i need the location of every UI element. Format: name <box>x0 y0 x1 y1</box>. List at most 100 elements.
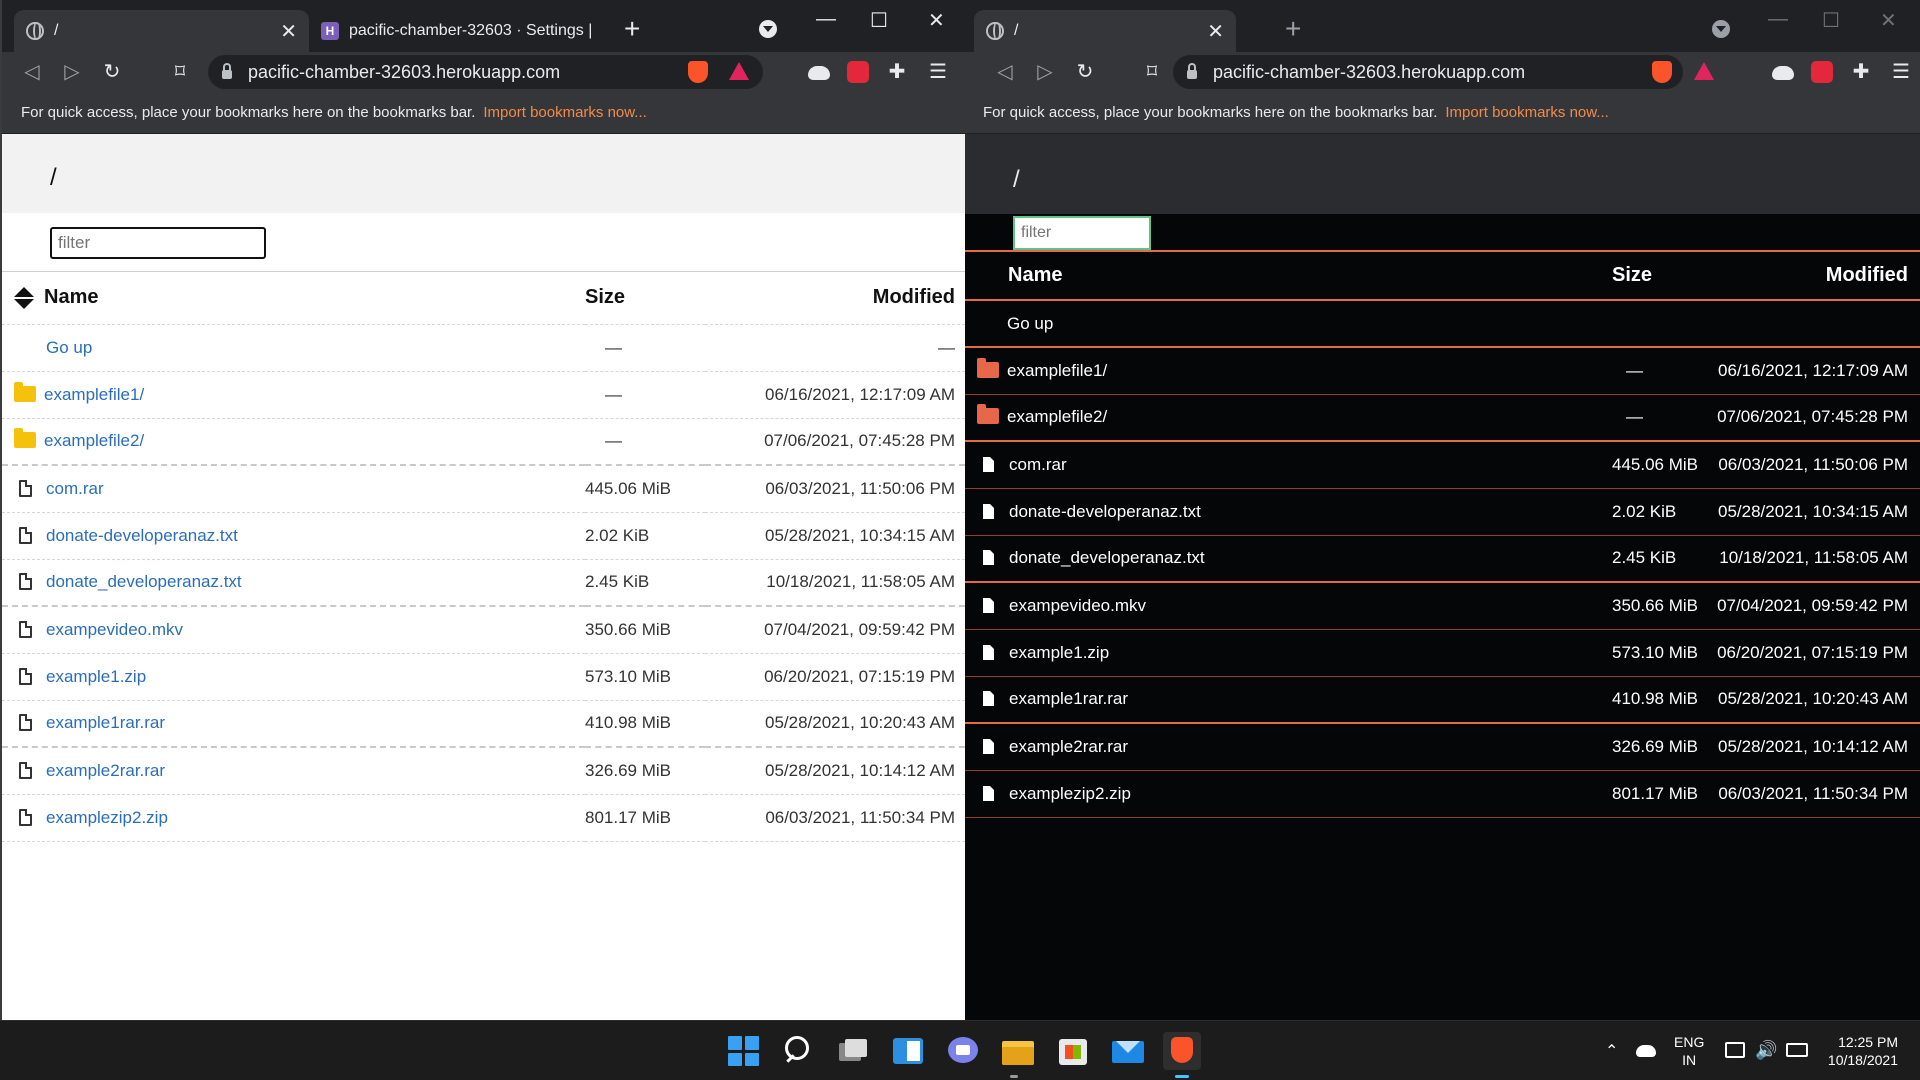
file-link[interactable]: example2rar.rar <box>46 761 165 780</box>
import-bookmarks-link[interactable]: Import bookmarks now... <box>1445 104 1608 121</box>
sort-icon[interactable] <box>14 286 34 309</box>
volume-icon[interactable]: 🔊 <box>1755 1040 1777 1061</box>
tab-root[interactable]: / ✕ <box>974 10 1236 52</box>
mail-icon[interactable] <box>1110 1033 1146 1069</box>
table-row[interactable]: examplezip2.zip 801.17 MiB 06/03/2021, 11:… <box>2 794 965 842</box>
extensions-puzzle-icon[interactable]: ✚ <box>886 61 908 83</box>
maximize-button[interactable]: ☐ <box>1822 8 1840 33</box>
onedrive-icon[interactable] <box>1636 1045 1656 1057</box>
forward-button[interactable]: ▷ <box>60 60 84 84</box>
minimize-button[interactable]: — <box>1768 8 1788 31</box>
cloud-extension-icon[interactable] <box>1772 66 1794 80</box>
table-row[interactable]: donate_developeranaz.txt 2.45 KiB 10/18/20… <box>2 559 965 607</box>
task-view-icon[interactable] <box>835 1033 871 1069</box>
brave-browser-icon[interactable] <box>1163 1032 1201 1070</box>
forward-button[interactable]: ▷ <box>1033 60 1057 84</box>
file-link[interactable]: example1rar.rar <box>46 713 165 732</box>
file-explorer-icon[interactable] <box>1000 1033 1036 1069</box>
file-link[interactable]: examplezip2.zip <box>46 808 168 827</box>
new-tab-button[interactable]: + <box>624 14 640 44</box>
brave-rewards-icon[interactable] <box>729 62 749 80</box>
file-link[interactable]: donate-developeranaz.txt <box>46 526 238 545</box>
tab-heroku-settings[interactable]: H pacific-chamber-32603 · Settings | Her <box>309 10 609 52</box>
browser-menu-icon[interactable]: ☰ <box>1890 61 1912 83</box>
modified-column-header[interactable]: Modified <box>705 272 965 325</box>
file-link[interactable]: examplezip2.zip <box>1009 784 1131 803</box>
table-row[interactable]: example2rar.rar 326.69 MiB 05/28/2021, 10:… <box>2 747 965 795</box>
file-link[interactable]: com.rar <box>46 479 104 498</box>
cloud-extension-icon[interactable] <box>808 66 830 80</box>
table-row[interactable]: examplefile2/ —07/06/2021, 07:45:28 PM <box>965 394 1920 442</box>
table-row[interactable]: examplezip2.zip 801.17 MiB 06/03/2021, 11:… <box>965 770 1920 818</box>
red-extension-icon[interactable] <box>847 61 869 83</box>
table-row[interactable]: com.rar 445.06 MiB 06/03/2021, 11:50:06 PM <box>965 441 1920 489</box>
close-tab-icon[interactable]: ✕ <box>1207 19 1224 44</box>
file-link[interactable]: donate-developeranaz.txt <box>1009 502 1201 521</box>
new-tab-button[interactable]: + <box>1285 14 1301 44</box>
extensions-puzzle-icon[interactable]: ✚ <box>1850 61 1872 83</box>
file-link[interactable]: examplefile2/ <box>44 431 144 450</box>
language-indicator[interactable]: ENG IN <box>1674 1033 1704 1069</box>
file-link[interactable]: examplefile1/ <box>44 385 144 404</box>
file-link[interactable]: com.rar <box>1009 455 1067 474</box>
file-link[interactable]: donate_developeranaz.txt <box>1009 548 1205 567</box>
table-row[interactable]: donate-developeranaz.txt 2.02 KiB 05/28/20… <box>2 512 965 560</box>
file-link[interactable]: exampevideo.mkv <box>46 620 183 639</box>
search-icon[interactable] <box>780 1033 816 1069</box>
file-link[interactable]: examplefile1/ <box>1007 361 1107 380</box>
file-link[interactable]: examplefile2/ <box>1007 407 1107 426</box>
brave-rewards-icon[interactable] <box>1694 62 1714 80</box>
clock[interactable]: 12:25 PM 10/18/2021 <box>1826 1033 1898 1069</box>
name-column-header[interactable]: Name <box>2 272 585 325</box>
filter-input[interactable] <box>1013 216 1151 250</box>
tab-root[interactable]: / ✕ <box>14 10 309 52</box>
table-row[interactable]: example1rar.rar 410.98 MiB 05/28/2021, 10:… <box>965 676 1920 724</box>
go-up-row[interactable]: Go up <box>965 300 1920 348</box>
browser-menu-icon[interactable]: ☰ <box>927 61 949 83</box>
table-row[interactable]: example1.zip 573.10 MiB 06/20/2021, 07:15:… <box>965 629 1920 677</box>
brave-shields-icon[interactable] <box>688 61 708 83</box>
tab-search-icon[interactable] <box>759 20 777 38</box>
reload-button[interactable]: ↻ <box>100 60 124 84</box>
bookmark-page-button[interactable]: ⌑ <box>168 60 192 84</box>
modified-column-header[interactable]: Modified <box>1704 252 1920 301</box>
table-row[interactable]: example2rar.rar 326.69 MiB 05/28/2021, 10:… <box>965 723 1920 771</box>
table-row[interactable]: example1rar.rar 410.98 MiB 05/28/2021, 10:… <box>2 700 965 748</box>
tab-search-icon[interactable] <box>1712 20 1730 38</box>
store-icon[interactable] <box>1055 1033 1091 1069</box>
name-column-header[interactable]: Name <box>965 252 1604 301</box>
start-button[interactable] <box>725 1033 761 1069</box>
size-column-header[interactable]: Size <box>1604 252 1704 301</box>
go-up-row[interactable]: Go up — — <box>2 324 965 372</box>
size-column-header[interactable]: Size <box>585 272 705 325</box>
address-bar[interactable]: pacific-chamber-32603.herokuapp.com <box>208 55 763 89</box>
close-window-button[interactable]: ✕ <box>928 8 945 33</box>
brave-shields-icon[interactable] <box>1652 61 1672 83</box>
import-bookmarks-link[interactable]: Import bookmarks now... <box>483 104 646 121</box>
file-link[interactable]: donate_developeranaz.txt <box>46 572 242 591</box>
widgets-icon[interactable] <box>890 1033 926 1069</box>
table-row[interactable]: exampevideo.mkv 350.66 MiB 07/04/2021, 09:… <box>965 582 1920 630</box>
table-row[interactable]: example1.zip 573.10 MiB 06/20/2021, 07:15:… <box>2 653 965 701</box>
table-row[interactable]: examplefile1/ —06/16/2021, 12:17:09 AM <box>965 347 1920 395</box>
table-row[interactable]: examplefile1/ —06/16/2021, 12:17:09 AM <box>2 371 965 419</box>
minimize-button[interactable]: — <box>816 8 836 31</box>
back-button[interactable]: ◁ <box>20 60 44 84</box>
filter-input[interactable] <box>50 227 266 259</box>
file-link[interactable]: exampevideo.mkv <box>1009 596 1146 615</box>
file-link[interactable]: example1.zip <box>46 667 146 686</box>
chat-icon[interactable] <box>945 1033 981 1069</box>
maximize-button[interactable]: ☐ <box>870 8 888 33</box>
close-tab-icon[interactable]: ✕ <box>280 19 297 44</box>
table-row[interactable]: exampevideo.mkv 350.66 MiB 07/04/2021, 09:… <box>2 606 965 654</box>
network-icon[interactable] <box>1725 1042 1745 1058</box>
bookmark-page-button[interactable]: ⌑ <box>1140 60 1164 84</box>
address-bar[interactable]: pacific-chamber-32603.herokuapp.com <box>1173 55 1683 89</box>
table-row[interactable]: donate-developeranaz.txt 2.02 KiB 05/28/20… <box>965 488 1920 536</box>
file-link[interactable]: example1rar.rar <box>1009 689 1128 708</box>
table-row[interactable]: donate_developeranaz.txt 2.45 KiB 10/18/20… <box>965 535 1920 583</box>
table-row[interactable]: com.rar 445.06 MiB 06/03/2021, 11:50:06 PM <box>2 465 965 513</box>
file-link[interactable]: example2rar.rar <box>1009 737 1128 756</box>
close-window-button[interactable]: ✕ <box>1880 8 1897 33</box>
back-button[interactable]: ◁ <box>993 60 1017 84</box>
